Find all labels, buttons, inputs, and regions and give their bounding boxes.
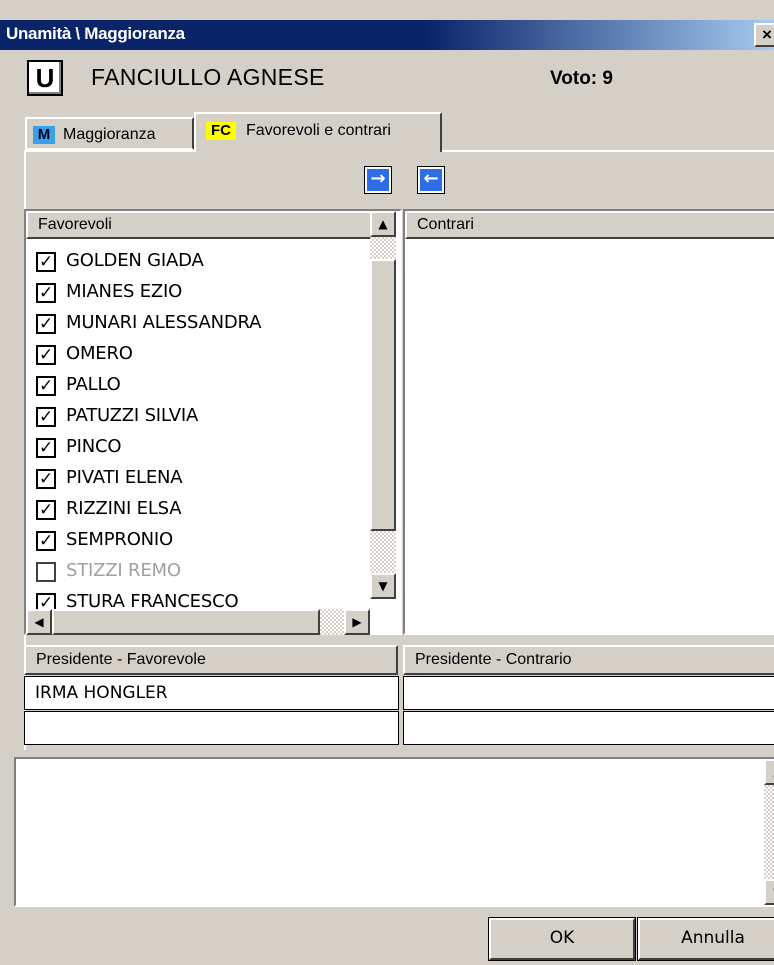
favorevoli-list[interactable]: Favorevoli ✓ GOLDEN GIADA ✓ MIANES EZIO ✓ MUN… xyxy=(24,209,402,635)
list-item-label: MIANES EZIO xyxy=(66,281,183,302)
move-to-contrari-button[interactable]: → xyxy=(364,166,392,194)
list-item[interactable]: ✓ PALLO xyxy=(36,371,371,402)
checkbox-checked-icon[interactable]: ✓ xyxy=(36,376,56,396)
move-to-favorevoli-button[interactable]: ← xyxy=(417,166,445,194)
tab-favorevoli-contrari[interactable]: FC Favorevoli e contrari xyxy=(194,112,442,152)
person-name: FANCIULLO AGNESE xyxy=(91,64,325,90)
scroll-down-button[interactable]: ▼ xyxy=(370,573,396,599)
tab-label: Favorevoli e contrari xyxy=(246,122,391,139)
mode-badge: U xyxy=(27,60,63,96)
presidente-contrario-header: Presidente - Contrario xyxy=(403,645,774,675)
list-item-label: MUNARI ALESSANDRA xyxy=(66,312,262,333)
triangle-left-icon: ◀ xyxy=(34,615,44,629)
list-item[interactable]: ✓ RIZZINI ELSA xyxy=(36,495,371,526)
checkbox-checked-icon[interactable]: ✓ xyxy=(36,407,56,427)
list-item[interactable]: STIZZI REMO xyxy=(36,557,371,588)
presidente-favorevole-value[interactable]: IRMA HONGLER xyxy=(24,676,399,710)
list-item-label: PATUZZI SILVIA xyxy=(66,405,199,426)
title-bar[interactable]: Unamità \ Maggioranza × xyxy=(0,20,774,50)
scroll-up-button[interactable]: ▲ xyxy=(370,211,396,237)
list-item[interactable]: ✓ GOLDEN GIADA xyxy=(36,247,371,278)
favorevoli-items: ✓ GOLDEN GIADA ✓ MIANES EZIO ✓ MUNARI ALESSAN… xyxy=(36,247,371,619)
list-item-label: STIZZI REMO xyxy=(66,560,181,581)
list-item[interactable]: ✓ MIANES EZIO xyxy=(36,278,371,309)
scroll-thumb[interactable] xyxy=(52,609,320,635)
dialog-window: Unamità \ Maggioranza × U FANCIULLO AGNE… xyxy=(0,0,774,965)
tab-label: Maggioranza xyxy=(63,126,156,143)
ok-button[interactable]: OK xyxy=(488,917,636,961)
list-item-label: SEMPRONIO xyxy=(66,529,173,550)
favorevoli-horizontal-scrollbar[interactable]: ◀ ▶ xyxy=(26,609,370,635)
scroll-down-button[interactable]: ▼ xyxy=(764,879,774,905)
list-item[interactable]: ✓ OMERO xyxy=(36,340,371,371)
list-item[interactable]: ✓ PATUZZI SILVIA xyxy=(36,402,371,433)
list-item-label: PIVATI ELENA xyxy=(66,467,183,488)
checkbox-checked-icon[interactable]: ✓ xyxy=(36,469,56,489)
vote-count: Voto: 9 xyxy=(550,68,613,89)
checkbox-checked-icon[interactable]: ✓ xyxy=(36,314,56,334)
arrow-right-icon: → xyxy=(370,168,386,189)
list-item[interactable]: ✓ PIVATI ELENA xyxy=(36,464,371,495)
cancel-button[interactable]: Annulla xyxy=(637,917,774,961)
presidente-favorevole-header: Presidente - Favorevole xyxy=(24,645,398,675)
tab-badge-icon: M xyxy=(33,126,55,144)
arrow-left-icon: ← xyxy=(423,168,439,189)
scroll-up-button[interactable]: ▲ xyxy=(764,759,774,785)
list-item-label: PINCO xyxy=(66,436,122,457)
checkbox-checked-icon[interactable]: ✓ xyxy=(36,500,56,520)
tab-badge-icon: FC xyxy=(206,122,236,140)
scroll-left-button[interactable]: ◀ xyxy=(26,609,52,635)
list-item-label: PALLO xyxy=(66,374,121,395)
presidente-contrario-empty-row[interactable] xyxy=(403,711,774,745)
checkbox-checked-icon[interactable]: ✓ xyxy=(36,283,56,303)
checkbox-checked-icon[interactable]: ✓ xyxy=(36,531,56,551)
scroll-thumb[interactable] xyxy=(370,259,396,531)
checkbox-checked-icon[interactable]: ✓ xyxy=(36,438,56,458)
list-item-label: OMERO xyxy=(66,343,133,364)
checkbox-checked-icon[interactable]: ✓ xyxy=(36,252,56,272)
tab-maggioranza[interactable]: M Maggioranza xyxy=(25,117,194,150)
presidente-favorevole-empty-row[interactable] xyxy=(24,711,399,745)
contrari-list[interactable]: Contrari xyxy=(403,209,774,635)
list-item[interactable]: ✓ MUNARI ALESSANDRA xyxy=(36,309,371,340)
checkbox-checked-icon[interactable]: ✓ xyxy=(36,345,56,365)
triangle-down-icon: ▼ xyxy=(378,579,388,593)
list-item-label: RIZZINI ELSA xyxy=(66,498,182,519)
triangle-right-icon: ▶ xyxy=(352,615,362,629)
window-title: Unamità \ Maggioranza xyxy=(6,24,185,43)
list-item[interactable]: ✓ PINCO xyxy=(36,433,371,464)
favorevoli-header[interactable]: Favorevoli xyxy=(26,211,376,239)
contrari-header[interactable]: Contrari xyxy=(405,211,774,239)
presidente-contrario-value[interactable] xyxy=(403,676,774,710)
scroll-right-button[interactable]: ▶ xyxy=(344,609,370,635)
checkbox-unchecked-icon[interactable] xyxy=(36,562,56,582)
list-item[interactable]: ✓ SEMPRONIO xyxy=(36,526,371,557)
notes-textarea[interactable]: ▲ ▼ xyxy=(14,757,774,907)
favorevoli-vertical-scrollbar[interactable]: ▲ ▼ xyxy=(370,211,396,599)
list-item-label: GOLDEN GIADA xyxy=(66,250,204,271)
triangle-up-icon: ▲ xyxy=(378,217,388,231)
notes-vertical-scrollbar[interactable]: ▲ ▼ xyxy=(764,759,774,905)
close-icon: × xyxy=(762,25,772,44)
close-button[interactable]: × xyxy=(754,23,774,47)
